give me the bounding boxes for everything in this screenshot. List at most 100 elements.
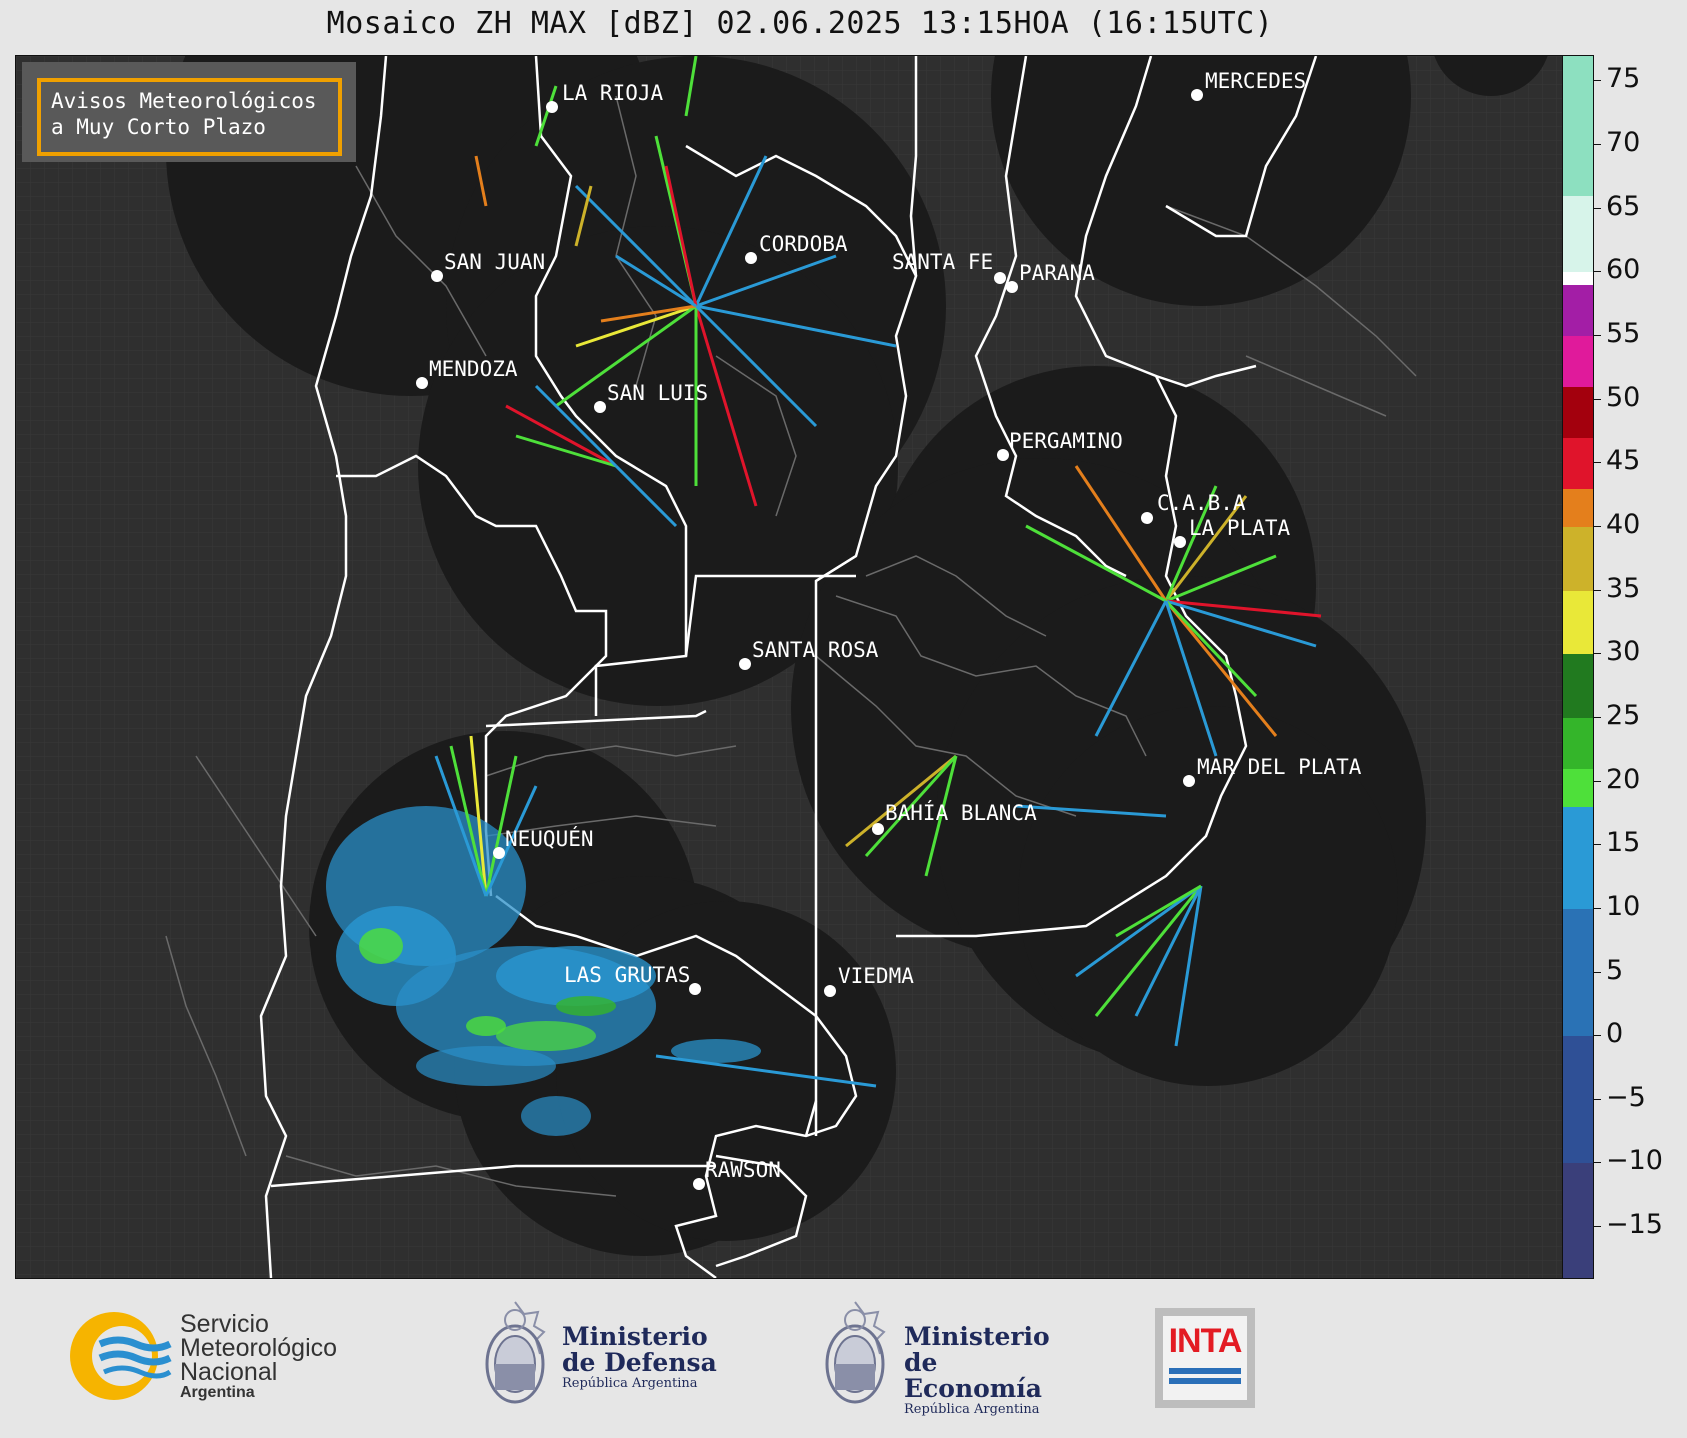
inta-logo: INTA <box>1155 1308 1255 1408</box>
city-dot-la-plata <box>1174 536 1186 548</box>
colorbar-band <box>1563 56 1593 197</box>
colorbar-tick-mark <box>1593 80 1601 82</box>
colorbar-tick-mark <box>1593 144 1601 146</box>
economia-line-1: Ministerio <box>904 1322 1050 1351</box>
colorbar-tick-label: −10 <box>1606 1145 1663 1177</box>
colorbar-tick-label: 60 <box>1606 254 1641 286</box>
city-dot-santa-fe <box>994 272 1006 284</box>
colorbar-band <box>1563 488 1593 527</box>
colorbar-band <box>1563 717 1593 769</box>
economia-line-2: de Economía <box>904 1348 1042 1403</box>
city-dot-santa-rosa <box>739 658 751 670</box>
city-label-santa-fe: SANTA FE <box>892 250 993 274</box>
city-dot-rawson <box>693 1178 705 1190</box>
smn-logo: Servicio Meteorológico Nacional Argentin… <box>66 1306 386 1406</box>
warning-line-1: Avisos Meteorológicos <box>51 89 317 113</box>
warning-line-2: a Muy Corto Plazo <box>51 115 266 139</box>
city-label-san-juan: SAN JUAN <box>444 250 545 274</box>
economia-logo: Ministerio de Economía República Argenti… <box>820 1298 1080 1418</box>
colorbar-tick-mark <box>1593 207 1601 209</box>
city-dot-mar-del-plata <box>1183 775 1195 787</box>
radar-map[interactable]: LA RIOJA CORDOBA SAN JUAN SANTA FE PARAN… <box>15 55 1564 1279</box>
warning-frame[interactable]: Avisos Meteorológicos a Muy Corto Plazo <box>37 78 342 156</box>
colorbar-tick-label: 50 <box>1606 381 1641 413</box>
city-label-la-plata: LA PLATA <box>1189 516 1291 540</box>
defensa-line-2: de Defensa <box>562 1348 717 1377</box>
colorbar-tick-label: 5 <box>1606 954 1624 986</box>
smn-line-4: Argentina <box>180 1384 255 1401</box>
colorbar-band <box>1563 807 1593 909</box>
colorbar-tick-mark <box>1593 271 1601 273</box>
colorbar-tick-label: 35 <box>1606 572 1641 604</box>
city-dot-bahia-blanca <box>872 823 884 835</box>
colorbar-tick-mark <box>1593 780 1601 782</box>
map-title: Mosaico ZH MAX [dBZ] 02.06.2025 13:15HOA… <box>326 6 1274 41</box>
national-shield-icon <box>825 1301 886 1404</box>
city-label-rawson: RAWSON <box>705 1158 781 1182</box>
footer-logos: Servicio Meteorológico Nacional Argentin… <box>0 1278 1687 1438</box>
colorbar-band <box>1563 1163 1593 1278</box>
city-dot-la-rioja <box>546 101 558 113</box>
inta-badge: INTA <box>1163 1316 1247 1400</box>
smn-emblem-icon <box>70 1312 172 1400</box>
colorbar-tick-mark <box>1593 462 1601 464</box>
colorbar-tick-mark <box>1593 971 1601 973</box>
colorbar-band <box>1563 386 1593 438</box>
colorbar-band <box>1563 654 1593 718</box>
city-dot-las-grutas <box>689 983 701 995</box>
city-label-viedma: VIEDMA <box>838 964 914 988</box>
city-label-caba: C.A.B.A <box>1157 491 1246 515</box>
city-dot-parana <box>1006 281 1018 293</box>
inta-stripe <box>1169 1368 1241 1374</box>
colorbar-band <box>1563 272 1593 286</box>
city-label-mendoza: MENDOZA <box>429 357 518 381</box>
city-label-parana: PARANA <box>1019 261 1095 285</box>
colorbar-band <box>1563 526 1593 591</box>
city-dot-mercedes <box>1191 89 1203 101</box>
colorbar-tick-label: 55 <box>1606 318 1641 350</box>
city-dot-neuquen <box>493 847 505 859</box>
colorbar-tick-mark <box>1593 1035 1601 1037</box>
colorbar-tick-label: 10 <box>1606 890 1641 922</box>
city-dot-viedma <box>824 985 836 997</box>
map-canvas: LA RIOJA CORDOBA SAN JUAN SANTA FE PARAN… <box>16 56 1563 1278</box>
city-label-santa-rosa: SANTA ROSA <box>752 638 879 662</box>
colorbar-tick-label: 30 <box>1606 636 1641 668</box>
colorbar-tick-label: 70 <box>1606 127 1641 159</box>
colorbar-tick-label: 40 <box>1606 508 1641 540</box>
warning-panel: Avisos Meteorológicos a Muy Corto Plazo <box>22 62 356 162</box>
colorbar-tick-label: −5 <box>1606 1081 1646 1113</box>
economia-line-3: República Argentina <box>904 1402 1040 1417</box>
colorbar-band <box>1563 196 1593 273</box>
colorbar-tick-mark <box>1593 525 1601 527</box>
inta-stripe <box>1169 1378 1241 1384</box>
colorbar-band <box>1563 768 1593 808</box>
colorbar-band <box>1563 336 1593 387</box>
city-label-las-grutas: LAS GRUTAS <box>564 963 690 987</box>
city-dot-san-juan <box>431 270 443 282</box>
colorbar-tick-mark <box>1593 1098 1601 1100</box>
city-dot-pergamino <box>997 449 1009 461</box>
defensa-line-3: República Argentina <box>562 1376 698 1391</box>
colorbar-tick-mark <box>1593 398 1601 400</box>
colorbar-tick-label: 15 <box>1606 827 1641 859</box>
colorbar-band <box>1563 590 1593 655</box>
colorbar-band <box>1563 908 1593 1037</box>
city-dot-san-luis <box>594 401 606 413</box>
colorbar-band <box>1563 285 1593 337</box>
national-shield-icon <box>485 1301 546 1404</box>
colorbar-tick-label: 25 <box>1606 699 1641 731</box>
colorbar-tick-mark <box>1593 907 1601 909</box>
smn-line-3: Nacional <box>180 1358 278 1386</box>
city-dot-mendoza <box>416 377 428 389</box>
colorbar-tick-label: 45 <box>1606 445 1641 477</box>
city-label-neuquen: NEUQUÉN <box>505 826 594 851</box>
colorbar-tick-mark <box>1593 335 1601 337</box>
colorbar-band <box>1563 437 1593 489</box>
city-label-bahia-blanca: BAHÍA BLANCA <box>885 800 1037 825</box>
smn-line-2: Meteorológico <box>180 1334 338 1362</box>
colorbar-tick-mark <box>1593 1226 1601 1228</box>
dbz-colorbar <box>1562 55 1594 1279</box>
colorbar-tick-mark <box>1593 1162 1601 1164</box>
colorbar-tick-label: 0 <box>1606 1018 1624 1050</box>
